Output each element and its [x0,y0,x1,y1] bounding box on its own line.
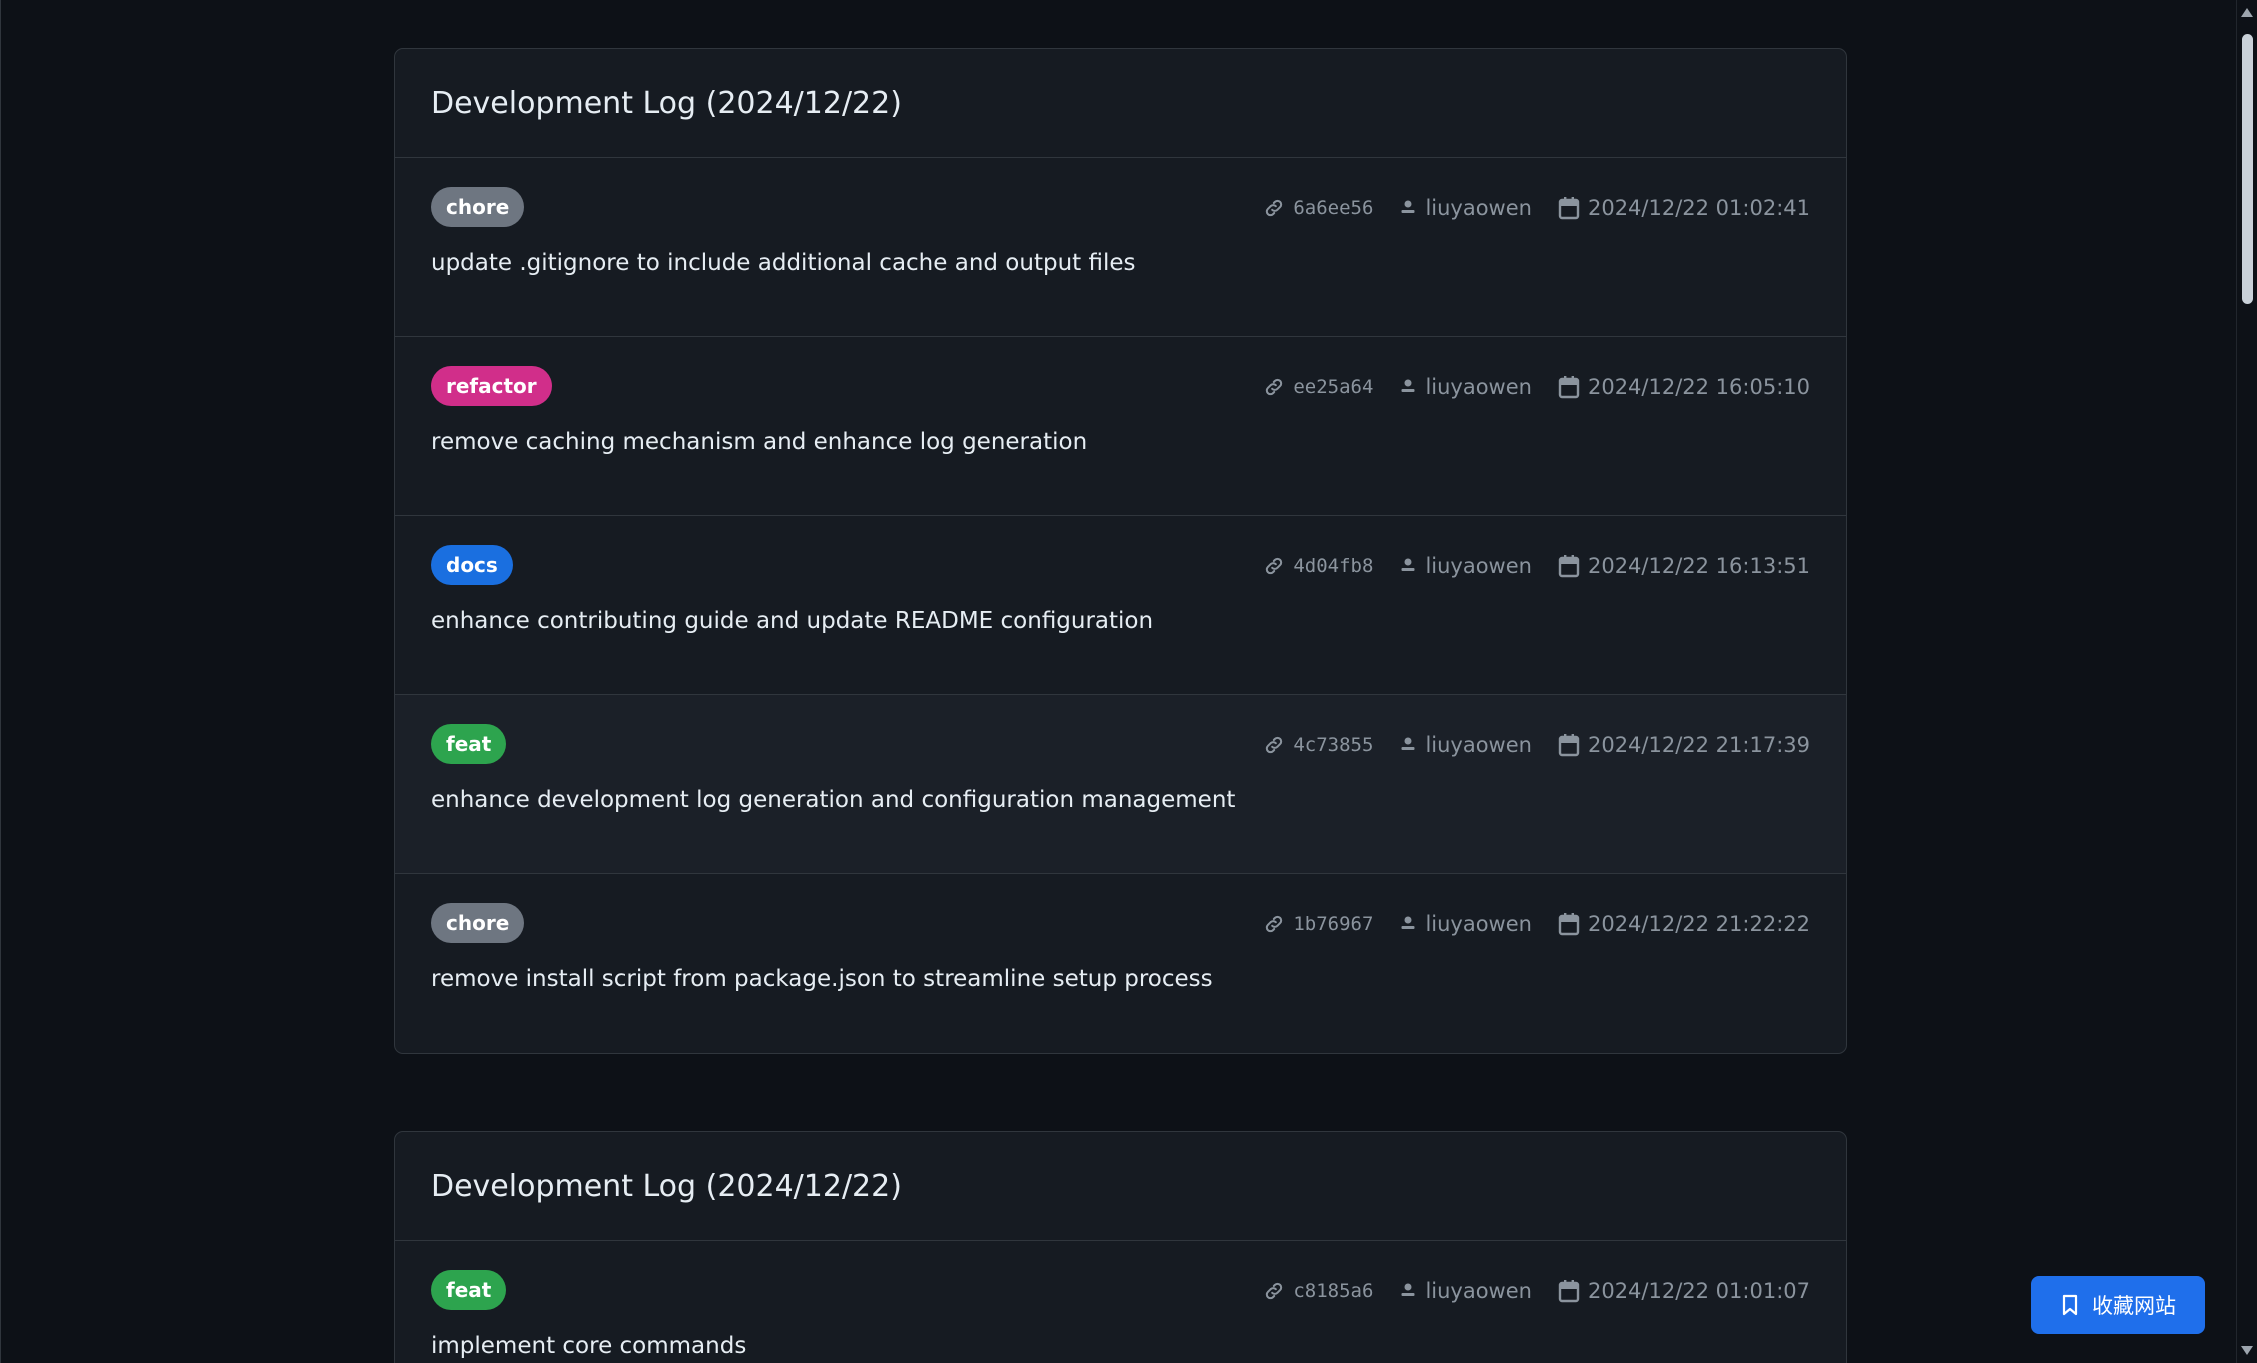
commit-datetime: 2024/12/22 01:02:41 [1587,196,1810,220]
type-badge-refactor: refactor [431,366,552,406]
commit-hash-link[interactable]: 4c73855 [1263,734,1373,756]
user-icon [1399,735,1417,755]
bookmark-icon [2060,1294,2080,1316]
commit-message: enhance development log generation and c… [431,787,1236,813]
author-name: liuyaowen [1425,196,1532,220]
log-entry: chore 6a6ee56 liuyaowen 2024/12/22 01:02:41… [395,158,1846,337]
author-name: liuyaowen [1425,912,1532,936]
dev-log-card: Development Log (2024/12/22) feat c8185a6… [394,1131,1847,1363]
commit-meta: c8185a6 liuyaowen 2024/12/22 01:01:07 [1263,1271,1810,1311]
commit-date: 2024/12/22 21:22:22 [1558,912,1810,936]
link-icon [1263,1280,1285,1302]
log-entry: refactor ee25a64 liuyaowen 2024/12/22 16:05… [395,337,1846,516]
link-icon [1263,376,1285,398]
user-icon [1399,556,1417,576]
author-name: liuyaowen [1425,554,1532,578]
card-title: Development Log (2024/12/22) [431,85,902,121]
commit-meta: 6a6ee56 liuyaowen 2024/12/22 01:02:41 [1263,188,1810,228]
commit-author: liuyaowen [1399,1279,1532,1303]
calendar-icon [1558,1279,1580,1303]
author-name: liuyaowen [1425,375,1532,399]
card-header: Development Log (2024/12/22) [395,1132,1846,1241]
user-icon [1399,377,1417,397]
commit-datetime: 2024/12/22 16:13:51 [1587,554,1810,578]
commit-datetime: 2024/12/22 21:22:22 [1587,912,1810,936]
bookmark-site-label: 收藏网站 [2092,1295,2176,1318]
card-title: Development Log (2024/12/22) [431,1168,902,1204]
commit-hash: 6a6ee56 [1293,197,1374,219]
entry-list: feat c8185a6 liuyaowen 2024/12/22 01:01:07 i… [395,1241,1846,1363]
calendar-icon [1558,912,1580,936]
log-entry: feat c8185a6 liuyaowen 2024/12/22 01:01:07 i… [395,1241,1846,1363]
bookmark-site-button[interactable]: 收藏网站 [2031,1276,2205,1334]
type-badge-feat: feat [431,1270,507,1310]
commit-meta: 4c73855 liuyaowen 2024/12/22 21:17:39 [1263,725,1810,765]
commit-message: implement core commands [431,1333,747,1359]
commit-hash: ee25a64 [1293,376,1374,398]
type-badge-chore: chore [431,903,525,943]
commit-message: enhance contributing guide and update RE… [431,608,1154,634]
scroll-up-arrow-icon[interactable] [2241,8,2253,17]
page-viewport: Development Log (2024/12/22) chore 6a6ee5… [0,0,2238,1363]
commit-datetime: 2024/12/22 21:17:39 [1587,733,1810,757]
commit-meta: 4d04fb8 liuyaowen 2024/12/22 16:13:51 [1263,546,1810,586]
commit-author: liuyaowen [1399,196,1532,220]
log-entry: docs 4d04fb8 liuyaowen 2024/12/22 16:13:51 e… [395,516,1846,695]
commit-hash-link[interactable]: 4d04fb8 [1263,555,1373,577]
commit-author: liuyaowen [1399,554,1532,578]
commit-message: update .gitignore to include additional … [431,250,1136,276]
link-icon [1263,555,1285,577]
commit-hash: c8185a6 [1293,1280,1374,1302]
commit-date: 2024/12/22 21:17:39 [1558,733,1810,757]
commit-date: 2024/12/22 01:02:41 [1558,196,1810,220]
link-icon [1263,913,1285,935]
commit-datetime: 2024/12/22 01:01:07 [1587,1279,1810,1303]
author-name: liuyaowen [1425,1279,1532,1303]
type-badge-chore: chore [431,187,525,227]
scroll-down-arrow-icon[interactable] [2241,1346,2253,1355]
commit-meta: 1b76967 liuyaowen 2024/12/22 21:22:22 [1263,904,1810,944]
type-badge-feat: feat [431,724,507,764]
commit-hash-link[interactable]: ee25a64 [1263,376,1373,398]
link-icon [1263,734,1285,756]
commit-date: 2024/12/22 16:13:51 [1558,554,1810,578]
commit-hash: 4c73855 [1293,734,1374,756]
commit-date: 2024/12/22 16:05:10 [1558,375,1810,399]
scrollbar-thumb[interactable] [2242,34,2253,304]
entry-list: chore 6a6ee56 liuyaowen 2024/12/22 01:02:41… [395,158,1846,1053]
vertical-scrollbar[interactable] [2236,0,2257,1363]
link-icon [1263,197,1285,219]
commit-author: liuyaowen [1399,733,1532,757]
calendar-icon [1558,375,1580,399]
commit-hash: 4d04fb8 [1293,555,1374,577]
user-icon [1399,914,1417,934]
author-name: liuyaowen [1425,733,1532,757]
card-header: Development Log (2024/12/22) [395,49,1846,158]
calendar-icon [1558,733,1580,757]
commit-meta: ee25a64 liuyaowen 2024/12/22 16:05:10 [1263,367,1810,407]
dev-log-card: Development Log (2024/12/22) chore 6a6ee5… [394,48,1847,1054]
calendar-icon [1558,196,1580,220]
calendar-icon [1558,554,1580,578]
commit-hash-link[interactable]: 1b76967 [1263,913,1373,935]
type-badge-docs: docs [431,545,513,585]
commit-hash-link[interactable]: 6a6ee56 [1263,197,1373,219]
commit-hash-link[interactable]: c8185a6 [1263,1280,1373,1302]
log-entry: feat 4c73855 liuyaowen 2024/12/22 21:17:39 e… [395,695,1846,874]
log-entry: chore 1b76967 liuyaowen 2024/12/22 21:22:22… [395,874,1846,1053]
commit-datetime: 2024/12/22 16:05:10 [1587,375,1810,399]
commit-author: liuyaowen [1399,912,1532,936]
user-icon [1399,1281,1417,1301]
commit-hash: 1b76967 [1293,913,1374,935]
commit-message: remove install script from package.json … [431,966,1213,992]
commit-message: remove caching mechanism and enhance log… [431,429,1088,455]
commit-date: 2024/12/22 01:01:07 [1558,1279,1810,1303]
user-icon [1399,198,1417,218]
commit-author: liuyaowen [1399,375,1532,399]
